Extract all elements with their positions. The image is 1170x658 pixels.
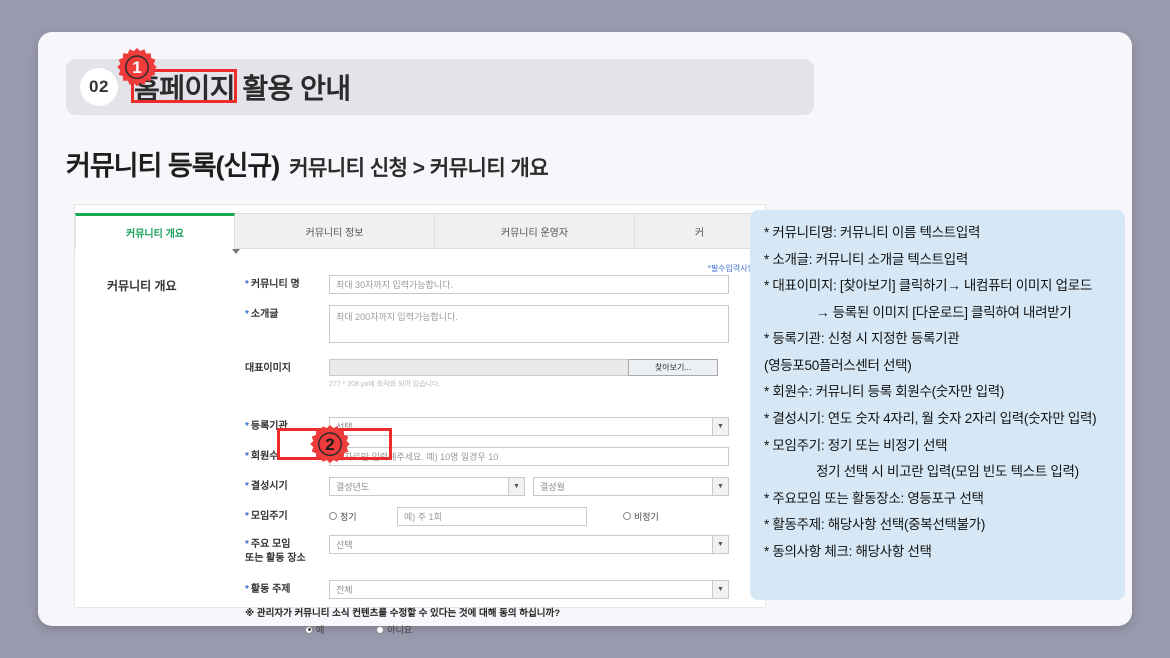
select-value: 결성월 — [540, 482, 565, 492]
marker-2: 2 — [309, 424, 351, 466]
required-star-icon: * — [245, 584, 249, 595]
label-place: * 주요 모임 또는 활동 장소 — [245, 539, 306, 564]
info-item: * 커뮤니티명: 커뮤니티 이름 텍스트입력 — [764, 225, 981, 240]
select-place[interactable]: 선택 ▼ — [329, 535, 729, 554]
required-star-icon: * — [245, 451, 249, 462]
radio-cycle-irregular[interactable]: 비정기 — [623, 508, 659, 526]
tab-bar: 커뮤니티 개요 커뮤니티 정보 커뮤니티 운영자 커 — [75, 213, 765, 249]
field-row-topic: * 활동 주제 전체 ▼ — [245, 580, 745, 599]
input-placeholder: 예) 주 1회 — [404, 512, 442, 522]
consent-options: 예 아니요 — [305, 621, 412, 639]
tab-label: 커뮤니티 정보 — [305, 227, 364, 239]
tab-community-extra[interactable]: 커 — [635, 213, 765, 249]
radio-icon — [376, 625, 385, 634]
radio-icon — [623, 512, 631, 521]
required-star-icon: * — [245, 481, 249, 492]
chevron-down-icon: ▼ — [712, 536, 728, 553]
field-row-cycle: * 모임주기 정기 예) 주 1회 비정기 — [245, 507, 745, 526]
cycle-options: 정기 예) 주 1회 비정기 — [329, 507, 659, 526]
label-founded: * 결성시기 — [245, 481, 288, 492]
select-topic[interactable]: 전체 ▼ — [329, 580, 729, 599]
info-item: * 회원수: 커뮤니티 등록 회원수(숫자만 입력) — [764, 384, 1005, 400]
info-item: (영등포50플러스센터 선택) — [764, 357, 912, 373]
consent-question: ※ 관리자가 커뮤니티 소식 컨텐츠를 수정할 수 있다는 것에 대해 동의 하… — [245, 608, 561, 619]
info-item: * 모임주기: 정기 또는 비정기 선택 — [764, 437, 948, 453]
label-main-image: 대표이미지 — [245, 363, 291, 374]
input-placeholder: 최대 30자까지 입력가능합니다. — [336, 280, 453, 290]
select-value: 결성년도 — [336, 482, 370, 492]
tab-label: 커뮤니티 개요 — [126, 228, 184, 240]
file-input-wrap: 찾아보기... — [329, 359, 718, 376]
required-note: *필수입력사항 — [707, 264, 755, 273]
chevron-down-icon: ▼ — [508, 478, 524, 495]
file-path-box[interactable] — [329, 359, 629, 376]
input-community-name[interactable]: 최대 30자까지 입력가능합니다. — [329, 275, 729, 294]
chevron-down-icon: ▼ — [712, 581, 728, 598]
info-item: * 동의사항 체크: 해당사항 선택 — [764, 543, 932, 559]
required-star-icon: * — [245, 309, 249, 320]
label-place-line2: 또는 활동 장소 — [245, 552, 306, 564]
required-star-icon: * — [245, 279, 249, 290]
radio-consent-no[interactable]: 아니요 — [376, 621, 412, 639]
tab-label: 커 — [694, 227, 705, 239]
field-row-main-image: 대표이미지 찾아보기... 277 * 208 px에 최적화 되어 있습니다. — [245, 359, 745, 389]
chevron-down-icon: ▼ — [712, 478, 728, 495]
info-item: * 대표이미지: [찾아보기] 클릭하기→ 내컴퓨터 이미지 업로드 — [764, 278, 1092, 294]
label-cycle: * 모임주기 — [245, 510, 288, 522]
required-star-icon: * — [245, 421, 249, 432]
input-cycle-note[interactable]: 예) 주 1회 — [397, 507, 587, 526]
breadcrumb: 커뮤니티 신청 > 커뮤니티 개요 — [289, 157, 549, 180]
marker-number: 2 — [325, 435, 335, 454]
info-item: → 등록된 이미지 [다운로드] 클릭하여 내려받기 — [816, 304, 1072, 320]
page-title-main: 커뮤니티 등록(신규) — [66, 151, 280, 181]
marker-number: 1 — [132, 58, 142, 77]
radio-cycle-regular[interactable]: 정기 — [329, 508, 389, 526]
select-founded-year[interactable]: 결성년도 ▼ — [329, 477, 525, 496]
field-row-name: * 커뮤니티 명 최대 30자까지 입력가능합니다. — [245, 275, 745, 294]
section-number: 02 — [80, 68, 118, 106]
chevron-down-icon: ▼ — [712, 418, 728, 435]
marker-1: 1 — [116, 47, 158, 89]
select-value: 선택 — [336, 540, 353, 550]
tab-community-manager[interactable]: 커뮤니티 운영자 — [435, 213, 635, 249]
founded-select-group: 결성년도 ▼ 결성월 ▼ — [329, 477, 729, 496]
file-field-group: 찾아보기... 277 * 208 px에 최적화 되어 있습니다. — [329, 359, 718, 389]
active-tab-caret-icon — [232, 249, 240, 254]
textarea-intro[interactable]: 최대 200자까지 입력가능합니다. — [329, 305, 729, 343]
tab-community-info[interactable]: 커뮤니티 정보 — [235, 213, 435, 249]
label-community-name: * 커뮤니티 명 — [245, 279, 300, 290]
info-item: * 소개글: 커뮤니티 소개글 텍스트입력 — [764, 251, 969, 267]
info-list: * 커뮤니티명: 커뮤니티 이름 텍스트입력 * 소개글: 커뮤니티 소개글 텍… — [764, 224, 1113, 561]
info-item: 정기 선택 시 비고란 입력(모임 빈도 텍스트 입력) — [816, 464, 1079, 480]
radio-icon — [305, 625, 313, 634]
info-item: * 등록기관: 신청 시 지정한 등록기관 — [764, 331, 960, 347]
label-topic: * 활동 주제 — [245, 584, 291, 595]
form-screenshot: 커뮤니티 개요 커뮤니티 정보 커뮤니티 운영자 커 커뮤니티 개요 *필수입력… — [74, 204, 766, 635]
textarea-placeholder: 최대 200자까지 입력가능합니다. — [336, 312, 458, 322]
browse-button[interactable]: 찾아보기... — [628, 359, 718, 376]
required-star-icon: * — [245, 539, 249, 550]
field-row-intro: * 소개글 최대 200자까지 입력가능합니다. — [245, 305, 745, 343]
required-star-icon: * — [245, 510, 249, 522]
tab-label: 커뮤니티 운영자 — [500, 227, 569, 239]
info-item: * 결성시기: 연도 숫자 4자리, 월 숫자 2자리 입력(숫자만 입력) — [764, 411, 1097, 427]
radio-icon — [329, 512, 337, 521]
page-title: 커뮤니티 등록(신규) 커뮤니티 신청 > 커뮤니티 개요 — [66, 144, 549, 183]
field-row-founded: * 결성시기 결성년도 ▼ 결성월 ▼ — [245, 477, 745, 496]
select-value: 전체 — [336, 585, 353, 595]
info-item: * 주요모임 또는 활동장소: 영등포구 선택 — [764, 490, 984, 506]
form-section-heading: 커뮤니티 개요 — [107, 279, 177, 293]
field-row-place: * 주요 모임 또는 활동 장소 선택 ▼ — [245, 535, 745, 565]
radio-consent-yes[interactable]: 예 — [305, 621, 324, 639]
select-founded-month[interactable]: 결성월 ▼ — [533, 477, 729, 496]
tab-community-overview[interactable]: 커뮤니티 개요 — [75, 213, 235, 249]
label-intro: * 소개글 — [245, 309, 279, 320]
info-panel: * 커뮤니티명: 커뮤니티 이름 텍스트입력 * 소개글: 커뮤니티 소개글 텍… — [750, 210, 1125, 600]
image-size-hint: 277 * 208 px에 최적화 되어 있습니다. — [329, 381, 441, 388]
info-item: * 활동주제: 해당사항 선택(중복선택불가) — [764, 517, 986, 533]
